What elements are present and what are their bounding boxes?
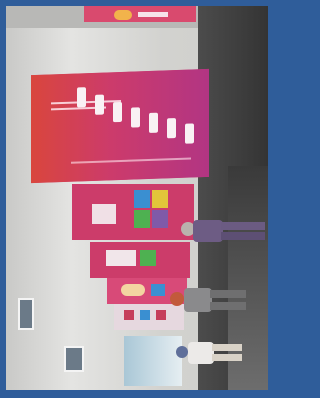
poster-main-item bbox=[149, 112, 158, 133]
chart3-tile-blue bbox=[151, 284, 165, 296]
person-purple bbox=[181, 216, 267, 248]
chart4-tile bbox=[124, 310, 134, 320]
chart3-tile bbox=[121, 284, 145, 296]
poster-main-item bbox=[167, 118, 176, 139]
photo-frame bbox=[0, 0, 275, 398]
poster-chart bbox=[72, 184, 194, 240]
chart2-tile-green bbox=[140, 250, 156, 266]
poster-main-item bbox=[95, 94, 104, 115]
chart4-tile bbox=[140, 310, 150, 320]
poster-main-item bbox=[113, 101, 122, 123]
poster-chart-2 bbox=[90, 242, 190, 278]
poster-main bbox=[31, 68, 209, 184]
chart-tile-blue bbox=[134, 190, 150, 208]
poster-main-gradient bbox=[31, 68, 209, 184]
chart2-tile bbox=[106, 250, 136, 266]
window-left bbox=[18, 298, 34, 330]
poster-top-circle bbox=[114, 10, 132, 20]
chart-tile-yellow bbox=[152, 190, 168, 208]
chart-tile-light bbox=[92, 204, 116, 224]
person-grey bbox=[170, 284, 250, 318]
glass-door bbox=[124, 336, 182, 386]
poster-top bbox=[84, 6, 196, 22]
chart-tile-purple bbox=[152, 210, 168, 228]
poster-main-item bbox=[185, 123, 194, 144]
window-right bbox=[64, 346, 84, 372]
person-white bbox=[176, 338, 246, 368]
chart-tile-green bbox=[134, 210, 150, 228]
poster-top-band bbox=[138, 12, 168, 17]
chart4-tile bbox=[156, 310, 166, 320]
gallery-photo bbox=[6, 6, 268, 390]
poster-main-item bbox=[77, 87, 86, 108]
poster-main-item bbox=[131, 107, 140, 128]
